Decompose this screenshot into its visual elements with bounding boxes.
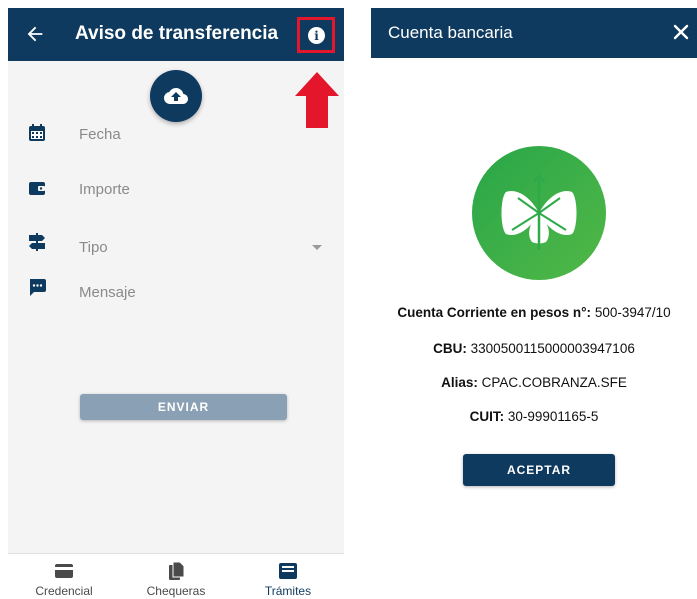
accept-button[interactable]: ACEPTAR <box>463 454 615 486</box>
alias-value: CPAC.COBRANZA.SFE <box>481 375 627 390</box>
transfer-notice-screen: Aviso de transferencia i Fecha Importe T… <box>8 8 344 599</box>
bank-account-dialog: Cuenta bancaria Cuenta Corriente en peso… <box>371 8 697 599</box>
amount-field[interactable]: Importe <box>8 173 344 205</box>
send-button[interactable]: ENVIAR <box>80 394 287 420</box>
alias-label: Alias: <box>441 375 478 390</box>
info-circle-icon: i <box>314 28 319 43</box>
info-button[interactable]: i <box>308 27 325 44</box>
bank-logo-icon <box>472 146 606 280</box>
cbu-line: CBU: 3300500115000003947106 <box>371 341 697 356</box>
info-button-highlight: i <box>297 17 335 53</box>
nav-label-chequeras: Chequeras <box>146 584 206 598</box>
message-icon <box>26 276 48 298</box>
page-title: Aviso de transferencia <box>75 23 279 44</box>
nav-item-tramites[interactable]: Trámites <box>232 554 344 599</box>
cuit-value: 30-99901165-5 <box>507 409 599 424</box>
documents-icon <box>166 561 186 581</box>
card-icon <box>54 561 74 581</box>
account-number-value: 500-3947/10 <box>594 305 671 320</box>
message-field[interactable]: Mensaje <box>8 276 344 308</box>
app-bar: Aviso de transferencia i <box>8 8 344 61</box>
amount-field-label: Importe <box>79 181 130 198</box>
close-button[interactable] <box>669 20 693 44</box>
inbox-icon <box>278 561 298 581</box>
alias-line: Alias: CPAC.COBRANZA.SFE <box>371 375 697 390</box>
type-select-label: Tipo <box>79 239 108 256</box>
cloud-upload-icon <box>164 88 188 104</box>
account-number-label: Cuenta Corriente en pesos n°: <box>397 305 592 320</box>
date-field[interactable]: Fecha <box>8 118 344 150</box>
date-field-label: Fecha <box>79 126 121 143</box>
nav-item-credencial[interactable]: Credencial <box>8 554 120 599</box>
nav-label-credencial: Credencial <box>35 584 93 598</box>
type-select[interactable]: Tipo <box>8 231 344 263</box>
cbu-value: 3300500115000003947106 <box>470 341 635 356</box>
cbu-label: CBU: <box>433 341 467 356</box>
arrow-left-icon <box>27 26 43 42</box>
chevron-down-icon <box>312 245 322 250</box>
account-number-line: Cuenta Corriente en pesos n°: 500-3947/1… <box>371 305 697 320</box>
dialog-title: Cuenta bancaria <box>388 23 513 42</box>
calendar-icon <box>26 122 48 144</box>
cuit-line: CUIT: 30-99901165-5 <box>371 409 697 424</box>
dialog-header: Cuenta bancaria <box>371 8 697 58</box>
upload-button[interactable] <box>150 70 202 122</box>
nav-label-tramites: Trámites <box>264 584 312 598</box>
message-field-label: Mensaje <box>79 284 136 301</box>
nav-item-chequeras[interactable]: Chequeras <box>120 554 232 599</box>
close-icon <box>673 24 689 40</box>
signpost-icon <box>26 231 48 253</box>
back-button[interactable] <box>22 21 48 47</box>
bottom-navigation: Credencial Chequeras Trámites <box>8 553 344 599</box>
wallet-icon <box>26 177 48 199</box>
cuit-label: CUIT: <box>469 409 505 424</box>
